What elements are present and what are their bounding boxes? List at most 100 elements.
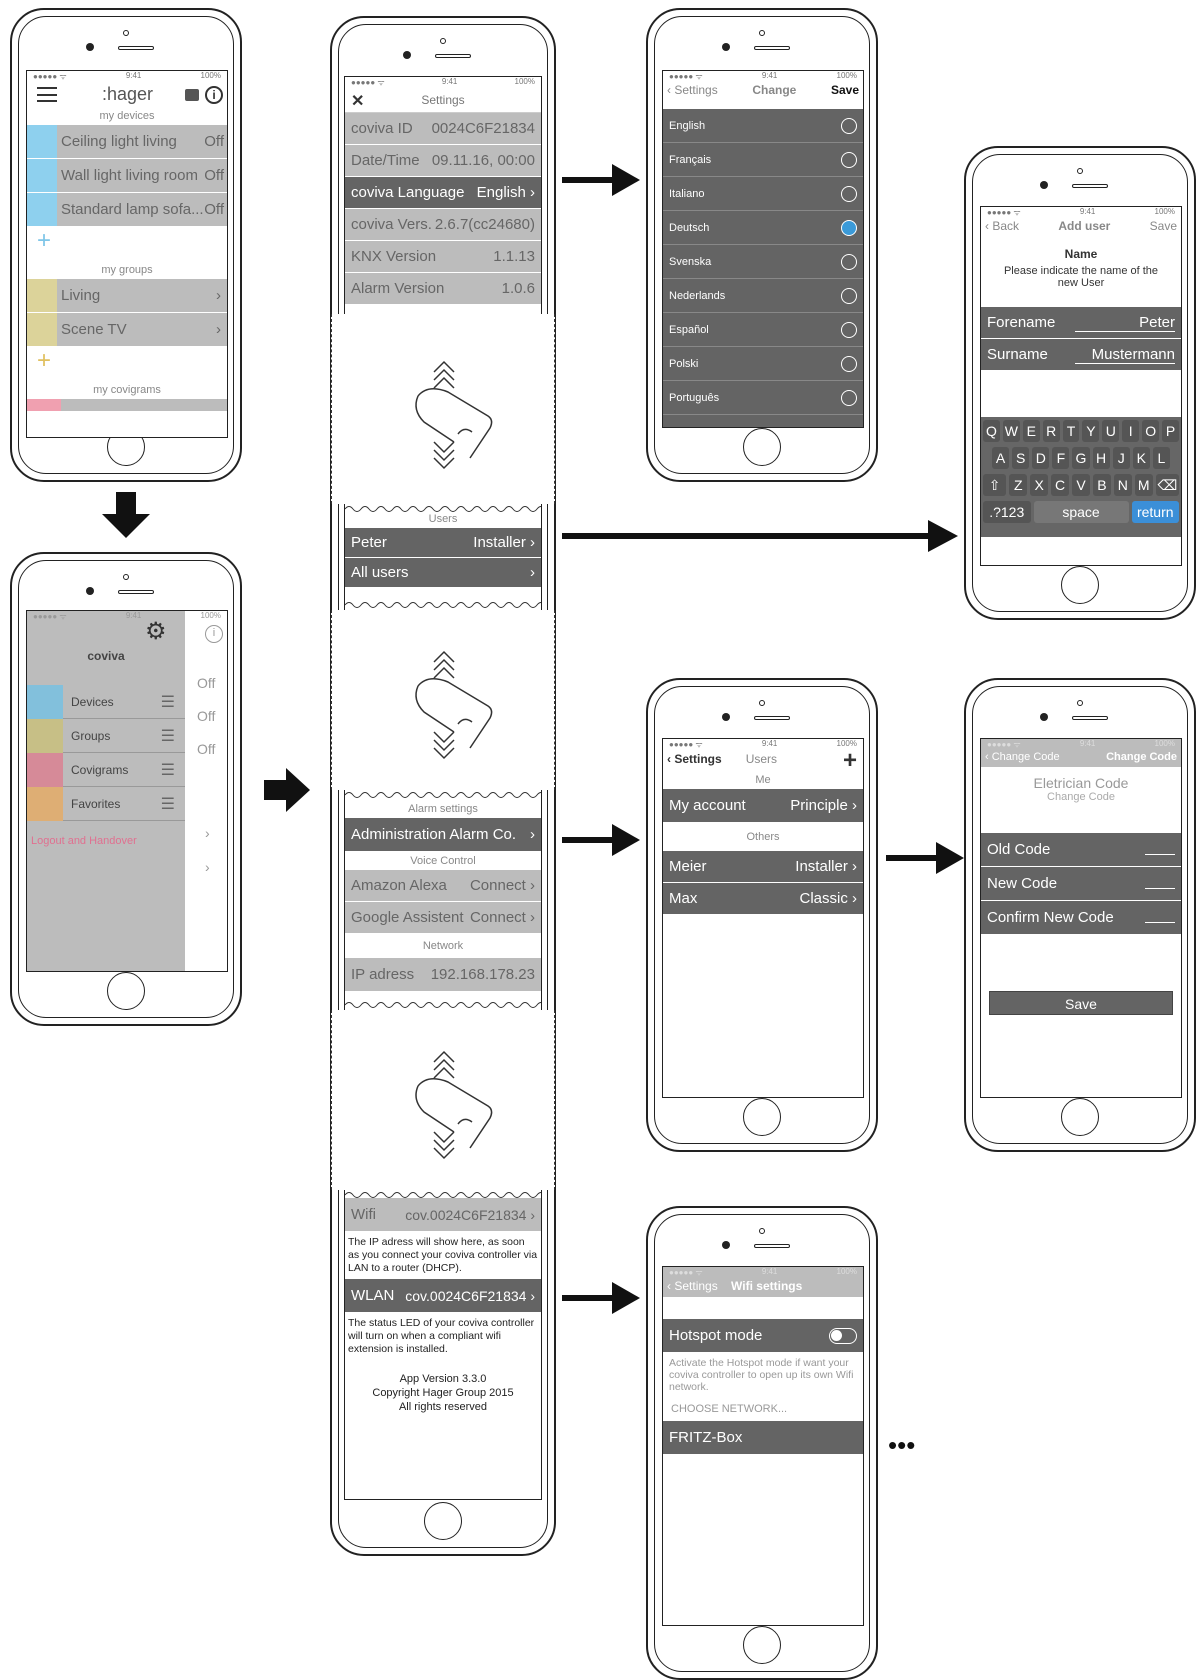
radio-icon[interactable]	[841, 185, 857, 202]
chevron-right-icon[interactable]: ›	[205, 825, 210, 841]
my-account-row[interactable]: My account Principle ›	[663, 789, 863, 823]
hotspot-toggle[interactable]	[829, 1327, 857, 1344]
menu-item[interactable]: Favorites ☰	[27, 786, 185, 821]
key[interactable]: S	[1012, 447, 1030, 469]
code-input-line[interactable]	[1145, 845, 1175, 855]
device-row[interactable]: Wall light living room Off	[27, 159, 227, 193]
code-field[interactable]: Old Code	[981, 833, 1181, 867]
reorder-icon[interactable]: ☰	[161, 760, 185, 780]
code-field[interactable]: Confirm New Code	[981, 901, 1181, 935]
key[interactable]: K	[1132, 447, 1150, 469]
shift-key[interactable]: ⇧	[983, 474, 1007, 496]
language-option[interactable]: Nederlands	[663, 279, 863, 313]
code-input-line[interactable]	[1145, 879, 1175, 889]
key[interactable]: J	[1112, 447, 1130, 469]
key[interactable]: F	[1052, 447, 1070, 469]
close-icon[interactable]: ✕	[351, 91, 364, 111]
key[interactable]: Y	[1082, 420, 1100, 442]
radio-icon[interactable]	[841, 117, 857, 134]
name-field[interactable]: Surname Mustermann	[981, 339, 1181, 371]
language-option[interactable]: Italiano	[663, 177, 863, 211]
numbers-key[interactable]: .?123	[983, 501, 1031, 523]
key[interactable]: I	[1122, 420, 1140, 442]
wlan-row[interactable]: WLAN cov.0024C6F21834 ›	[345, 1279, 541, 1313]
info-icon[interactable]: i	[205, 86, 223, 104]
chevron-right-icon[interactable]: ›	[205, 859, 210, 875]
home-button[interactable]	[743, 1098, 781, 1136]
wifi-row[interactable]: Wifi cov.0024C6F21834 ›	[345, 1198, 541, 1232]
language-option[interactable]: Español	[663, 313, 863, 347]
gear-icon[interactable]: ⚙	[145, 617, 167, 646]
user-row[interactable]: All users ›	[345, 558, 541, 588]
key[interactable]: Z	[1009, 474, 1028, 496]
alarm-row[interactable]: Administration Alarm Co. ›	[345, 818, 541, 852]
menu-item[interactable]: Groups ☰	[27, 718, 185, 753]
key[interactable]: D	[1032, 447, 1050, 469]
logout-link[interactable]: Logout and Handover	[31, 835, 137, 847]
home-button[interactable]	[424, 1502, 462, 1540]
back-button[interactable]: ‹ Settings	[667, 752, 722, 766]
settings-row[interactable]: coviva Language English ›	[345, 177, 541, 209]
back-button[interactable]: ‹ Settings	[667, 1279, 718, 1293]
home-button[interactable]	[743, 1626, 781, 1664]
reorder-icon[interactable]: ☰	[161, 794, 185, 814]
return-key[interactable]: return	[1131, 501, 1179, 523]
menu-item[interactable]: Devices ☰	[27, 684, 185, 719]
key[interactable]: M	[1134, 474, 1153, 496]
radio-icon[interactable]	[841, 355, 857, 372]
save-button[interactable]: Save	[989, 991, 1173, 1015]
key[interactable]: W	[1002, 420, 1020, 442]
save-button[interactable]: Save	[831, 83, 859, 97]
home-button[interactable]	[1061, 566, 1099, 604]
radio-icon[interactable]	[841, 151, 857, 168]
user-row[interactable]: Peter Installer ›	[345, 528, 541, 558]
home-button[interactable]	[107, 972, 145, 1010]
group-row[interactable]: Scene TV ›	[27, 313, 227, 347]
info-icon[interactable]: i	[205, 625, 223, 643]
key[interactable]: Q	[983, 420, 1000, 442]
voice-row[interactable]: Amazon Alexa Connect ›	[345, 870, 541, 902]
code-field[interactable]: New Code	[981, 867, 1181, 901]
group-row[interactable]: Living ›	[27, 279, 227, 313]
reorder-icon[interactable]: ☰	[161, 692, 185, 712]
device-row[interactable]: Ceiling light living Off	[27, 125, 227, 159]
language-option[interactable]: Français	[663, 143, 863, 177]
radio-icon[interactable]	[841, 389, 857, 406]
back-button[interactable]: ‹ Settings	[667, 83, 718, 97]
radio-icon[interactable]	[841, 287, 857, 304]
voice-row[interactable]: Google Assistent Connect ›	[345, 902, 541, 934]
key[interactable]: O	[1142, 420, 1160, 442]
user-row[interactable]: Meier Installer ›	[663, 851, 863, 883]
menu-icon[interactable]	[37, 87, 57, 102]
menu-item[interactable]: Covigrams ☰	[27, 752, 185, 787]
code-input-line[interactable]	[1145, 913, 1175, 923]
language-option[interactable]: Português	[663, 381, 863, 415]
language-option[interactable]: Polski	[663, 347, 863, 381]
back-button[interactable]: ‹ Back	[985, 219, 1019, 233]
key[interactable]: L	[1152, 447, 1170, 469]
backspace-key[interactable]: ⌫	[1155, 474, 1179, 496]
reorder-icon[interactable]: ☰	[161, 726, 185, 746]
home-button[interactable]	[743, 428, 781, 466]
language-option[interactable]: Svenska	[663, 245, 863, 279]
radio-icon[interactable]	[841, 321, 857, 338]
add-device-button[interactable]: +	[27, 227, 227, 261]
name-field[interactable]: Forename Peter	[981, 307, 1181, 339]
user-row[interactable]: Max Classic ›	[663, 883, 863, 915]
language-option[interactable]: English	[663, 109, 863, 143]
back-button[interactable]: ‹ Change Code	[985, 751, 1060, 763]
space-key[interactable]: space	[1033, 501, 1129, 523]
key[interactable]: X	[1030, 474, 1049, 496]
key[interactable]: G	[1072, 447, 1090, 469]
radio-icon[interactable]	[841, 253, 857, 270]
key[interactable]: E	[1022, 420, 1040, 442]
key[interactable]: A	[992, 447, 1010, 469]
key[interactable]: T	[1062, 420, 1080, 442]
save-button[interactable]: Save	[1150, 219, 1177, 233]
network-row[interactable]: FRITZ-Box	[663, 1421, 863, 1455]
key[interactable]: R	[1042, 420, 1060, 442]
device-row[interactable]: Standard lamp sofa... Off	[27, 193, 227, 227]
home-button[interactable]	[1061, 1098, 1099, 1136]
key[interactable]: H	[1092, 447, 1110, 469]
add-group-button[interactable]: +	[27, 347, 227, 381]
